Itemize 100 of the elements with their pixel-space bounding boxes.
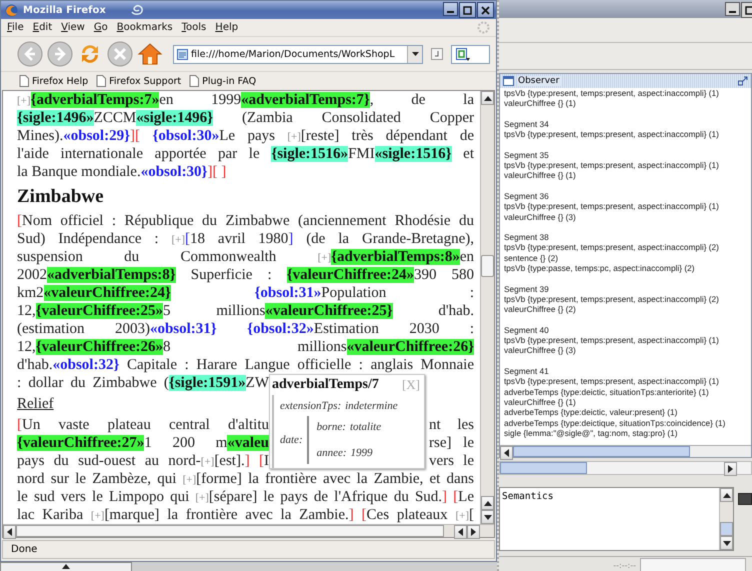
observer-line: valeurChiffree {} (1) <box>504 396 576 408</box>
up-arrow-icon[interactable] <box>61 563 71 570</box>
obsolete-tag: «obsol:31} <box>150 321 217 337</box>
scroll-down-button[interactable] <box>720 536 733 550</box>
paragraph-text: 18 avril 1980 <box>190 231 288 247</box>
observer-line: tpsVb {type:present, temps:present, aspect:inaccompli} (2) <box>504 294 720 304</box>
down-arrow-icon[interactable] <box>722 540 732 546</box>
acronym-tag: {sigle:1591» <box>168 375 246 391</box>
paragraph-text: (Zambia Consolidated Copper <box>240 110 474 126</box>
observer-line: valeurChiffree {} (1) <box>504 170 577 181</box>
scroll-left-button[interactable] <box>454 525 467 539</box>
paragraph-text: ZW <box>246 375 269 391</box>
observer-line: valeurChiffree {} (2) <box>504 304 577 315</box>
annotation-tag: «adverbialTemps:8} <box>47 267 176 283</box>
section-heading: Zimbabwe <box>17 184 105 208</box>
segment-bracket: ] <box>288 231 294 247</box>
scroll-left-button[interactable] <box>500 446 513 460</box>
bookmark-link[interactable]: Firefox Help <box>19 75 88 87</box>
segment-bracket: [ <box>17 417 22 433</box>
menu-item[interactable]: Help <box>215 22 238 33</box>
segment-bracket: ] [ <box>442 489 458 505</box>
segment-title: Segment 41 <box>504 366 550 376</box>
right-arrow-icon[interactable] <box>470 527 477 537</box>
bookmark-link[interactable]: Plug-in FAQ <box>189 75 256 87</box>
bookmark-link[interactable]: Firefox Support <box>96 75 182 87</box>
paragraph-text: : dollar du Zimbabwe ( <box>17 375 169 391</box>
paragraph-text: 390 580 <box>414 267 474 283</box>
segment-bracket: ] [ <box>244 453 264 469</box>
paragraph-text: [ <box>469 507 474 523</box>
paragraph-text: nord sur le Zambèze, qui <box>17 471 178 487</box>
paragraph-text: ZCCM <box>94 110 136 126</box>
paragraph-text: Capitale : Harare Langue officielle : anglais Monnaie <box>126 357 474 373</box>
observer-line: tpsVb {type:present, temps:present, aspect:inaccompli} (1) <box>504 129 720 140</box>
paragraph-text: Superficie : <box>190 267 273 283</box>
feature-name: borne: <box>316 420 346 435</box>
observer-line: adverbeTemps {type:deictic, valeur:present} (1) <box>504 407 678 418</box>
paragraph-text: [forme] la frontière avec la Zambie, et dans <box>196 471 474 487</box>
right-arrow-icon[interactable] <box>727 464 734 474</box>
observer-line: tpsVb {type:present, temps:present, aspect:inaccompli} (1) <box>504 335 720 346</box>
scroll-right-button[interactable] <box>724 462 737 476</box>
left-arrow-icon[interactable] <box>457 527 464 537</box>
go-icon[interactable] <box>431 48 443 60</box>
observer-line: tpsVb {type:passe, temps:pc, aspect:inaccompli} (2) <box>504 263 696 274</box>
segment-title: Segment 35 <box>504 150 550 160</box>
feature-name: extensionTps: <box>280 399 342 414</box>
close-button[interactable] <box>477 2 494 18</box>
up-arrow-icon[interactable] <box>722 492 732 498</box>
obsolete-tag: {obsol:31» <box>170 285 322 301</box>
back-icon[interactable] <box>17 41 43 67</box>
scroll-up-button[interactable] <box>481 91 494 105</box>
scroll-up-button[interactable] <box>481 496 494 510</box>
expand-toggle[interactable]: [+] <box>200 456 214 468</box>
menu-item[interactable]: File <box>7 22 24 33</box>
up-arrow-icon[interactable] <box>482 500 492 506</box>
menu-item[interactable]: Go <box>94 22 108 33</box>
left-arrow-icon[interactable] <box>503 448 510 458</box>
scroll-up-button[interactable] <box>720 488 733 502</box>
obsolete-tag: «obsol:30} <box>140 164 208 180</box>
status-bar: Done <box>2 540 495 559</box>
down-arrow-icon[interactable] <box>482 514 492 520</box>
paragraph-text: la Banque mondiale. <box>17 164 141 180</box>
scroll-left-button[interactable] <box>3 525 16 539</box>
up-arrow-icon[interactable] <box>482 94 492 102</box>
maximize-button[interactable] <box>459 2 476 18</box>
observer-line: tpsVb {type:present, temps:present, aspect:inaccompli} (1) <box>504 376 720 387</box>
menu-item[interactable]: Tools <box>182 22 206 33</box>
annotation-tag: {valeurChiffree:27» <box>17 435 144 451</box>
search-field[interactable] <box>451 44 490 64</box>
paragraph-text: FMI <box>348 146 375 162</box>
menu-item[interactable]: Bookmarks <box>116 22 173 33</box>
segment-title: Segment 38 <box>504 232 550 242</box>
stop-icon[interactable] <box>107 41 133 67</box>
paragraph-text: suspension du Commonwealth <box>17 249 278 265</box>
paragraph-text: nt les <box>429 417 474 433</box>
scroll-down-button[interactable] <box>481 510 494 524</box>
menu-item[interactable]: View <box>61 22 85 33</box>
left-arrow-icon[interactable] <box>6 527 13 537</box>
maximize-icon[interactable] <box>738 76 748 86</box>
observer-line: valeurChiffree {} (3) <box>504 212 577 222</box>
observer-line: sigle {lemma:"@sigle@", tag:nom, stag:pro} (1) <box>504 428 678 438</box>
forward-icon[interactable] <box>47 41 73 67</box>
minimize-button[interactable] <box>443 2 458 16</box>
window-icon <box>503 76 514 86</box>
segment-bracket: [ <box>17 213 22 229</box>
home-icon[interactable] <box>137 41 163 67</box>
page-icon <box>189 75 200 87</box>
semantics-field[interactable]: Semantics <box>499 487 734 551</box>
feature-name: annee: <box>316 446 347 461</box>
popup-title: adverbialTemps/7 <box>272 376 379 394</box>
paragraph-text: d'hab. <box>437 303 474 319</box>
segment-bracket: [ <box>185 231 190 247</box>
minimize-button[interactable] <box>725 2 740 16</box>
scroll-right-button[interactable] <box>467 525 480 539</box>
minimize-icon <box>447 11 454 13</box>
dropdown-button[interactable] <box>407 46 422 62</box>
address-field[interactable]: file:///home/Marion/Documents/WorkShopL <box>173 44 423 64</box>
paragraph-text: rse] le <box>429 435 474 451</box>
menu-item[interactable]: Edit <box>32 22 52 33</box>
paragraph-text: Estimation 2030 : <box>314 321 474 337</box>
time-label: --:--:-- <box>613 560 636 570</box>
